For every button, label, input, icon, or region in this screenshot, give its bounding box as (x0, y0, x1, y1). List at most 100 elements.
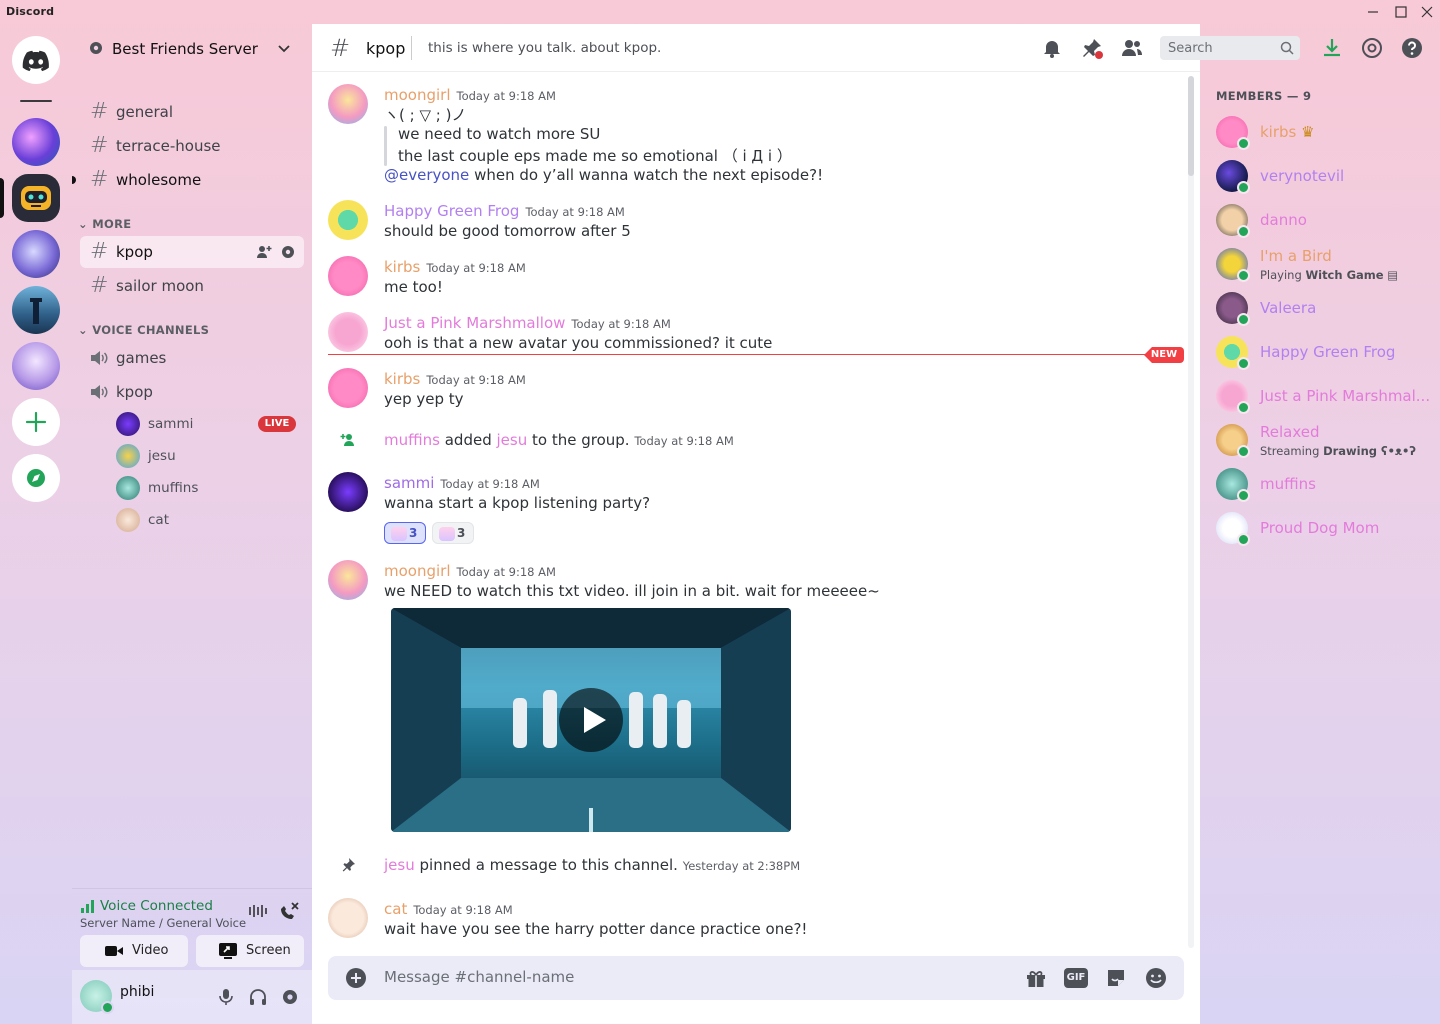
pin-icon[interactable] (1080, 36, 1104, 60)
voice-user-name: sammi (148, 416, 194, 432)
chevron-down-icon[interactable] (276, 40, 292, 56)
server-icon[interactable] (12, 174, 60, 222)
channel-topic[interactable]: this is where you talk. about kpop. (428, 40, 661, 56)
message: kirbs Today at 9:18 AM me too! (328, 256, 1188, 300)
microphone-icon[interactable] (216, 987, 236, 1007)
username[interactable]: phibi (120, 984, 154, 1000)
member-item[interactable]: Just a Pink Marshmal... (1208, 374, 1432, 418)
voice-user-jesu[interactable]: jesu (116, 442, 296, 470)
voice-channel-games[interactable]: games (80, 342, 304, 374)
message-author[interactable]: cat Today at 9:18 AM (384, 900, 513, 918)
member-name: kirbs ♛ (1260, 123, 1315, 141)
message-timestamp: Today at 9:18 AM (634, 434, 734, 448)
attach-plus-icon[interactable] (344, 966, 368, 990)
noise-suppression-icon[interactable] (248, 903, 268, 919)
member-item[interactable]: Happy Green Frog (1208, 330, 1432, 374)
voice-location[interactable]: Server Name / General Voice (80, 916, 246, 930)
close-icon[interactable] (1418, 3, 1436, 21)
message-text: wait have you see the harry potter dance… (384, 920, 808, 938)
explore-servers-button[interactable] (12, 454, 60, 502)
member-item[interactable]: danno (1208, 198, 1432, 242)
voice-user-muffins[interactable]: muffins (116, 474, 296, 502)
avatar[interactable] (328, 560, 368, 600)
online-status-dot (1237, 401, 1250, 414)
everyone-mention[interactable]: @everyone (384, 166, 469, 184)
category-more[interactable]: ⌄ MORE (78, 217, 131, 231)
online-status-dot (1237, 137, 1250, 150)
server-header[interactable]: Best Friends Server (72, 24, 312, 72)
minimize-icon[interactable] (1364, 3, 1382, 21)
message-author[interactable]: moongirl Today at 9:18 AM (384, 562, 556, 580)
member-item[interactable]: I'm a Bird Playing Witch Game ▤ (1208, 242, 1432, 286)
emoji-icon[interactable] (1144, 966, 1168, 990)
member-item[interactable]: muffins (1208, 462, 1432, 506)
message-author[interactable]: kirbs Today at 9:18 AM (384, 370, 526, 388)
user-settings-gear-icon[interactable] (280, 987, 300, 1007)
reaction-pill[interactable]: 3 (432, 522, 474, 544)
message-author[interactable]: Happy Green Frog Today at 9:18 AM (384, 202, 625, 220)
chat-scrollbar[interactable] (1188, 76, 1194, 948)
member-name: Relaxed (1260, 423, 1320, 441)
system-actor[interactable]: muffins (384, 431, 440, 449)
gift-icon[interactable] (1024, 966, 1048, 990)
avatar[interactable] (328, 898, 368, 938)
message-author[interactable]: moongirl Today at 9:18 AM (384, 86, 556, 104)
channel-kpop[interactable]: # kpop (80, 236, 304, 268)
discord-home-button[interactable] (12, 36, 60, 84)
gif-button[interactable]: GIF (1064, 968, 1088, 988)
server-icon[interactable] (12, 342, 60, 390)
live-badge: LIVE (258, 416, 296, 432)
new-messages-divider (328, 354, 1184, 355)
system-message-pinned: jesu pinned a message to this channel. Y… (328, 855, 1188, 877)
voice-channel-kpop[interactable]: kpop (80, 376, 304, 408)
add-server-button[interactable] (12, 398, 60, 446)
reaction-pill[interactable]: 3 (384, 522, 426, 544)
avatar[interactable] (328, 200, 368, 240)
member-list-icon[interactable] (1120, 36, 1144, 60)
bell-icon[interactable] (1040, 36, 1064, 60)
play-button[interactable] (559, 688, 623, 752)
online-status-dot (101, 1001, 114, 1014)
member-item[interactable]: verynotevil (1208, 154, 1432, 198)
member-name: Valeera (1260, 299, 1317, 317)
avatar[interactable] (328, 84, 368, 124)
video-embed[interactable] (391, 608, 791, 832)
message-author[interactable]: sammi Today at 9:18 AM (384, 474, 540, 492)
quote-line: the last couple eps made me so emotional… (398, 147, 792, 165)
channel-sailor-moon[interactable]: # sailor moon (80, 270, 304, 302)
scrollbar-thumb[interactable] (1188, 76, 1194, 176)
category-voice-channels[interactable]: ⌄ VOICE CHANNELS (78, 323, 209, 337)
system-target[interactable]: jesu (497, 431, 528, 449)
voice-status[interactable]: Voice Connected (100, 898, 213, 914)
video-button[interactable]: Video (80, 935, 188, 967)
channel-general[interactable]: # general (80, 96, 304, 128)
sticker-icon[interactable] (1104, 966, 1128, 990)
avatar[interactable] (328, 368, 368, 408)
invite-icon[interactable] (256, 244, 272, 260)
server-icon[interactable] (12, 286, 60, 334)
member-item[interactable]: Relaxed Streaming Drawing ʕ•ᴥ•ʔ (1208, 418, 1432, 462)
message-composer[interactable]: Message #channel-name GIF (328, 956, 1184, 1000)
channel-settings-gear-icon[interactable] (280, 244, 296, 260)
member-item[interactable]: kirbs ♛ (1208, 110, 1432, 154)
server-icon[interactable] (12, 230, 60, 278)
channel-terrace-house[interactable]: # terrace-house (80, 130, 304, 162)
message-author[interactable]: Just a Pink Marshmallow Today at 9:18 AM (384, 314, 671, 332)
system-actor[interactable]: jesu (384, 856, 415, 874)
server-icon[interactable] (12, 118, 60, 166)
avatar[interactable] (328, 256, 368, 296)
member-item[interactable]: Proud Dog Mom (1208, 506, 1432, 550)
message-author[interactable]: kirbs Today at 9:18 AM (384, 258, 526, 276)
disconnect-icon[interactable] (278, 901, 300, 921)
channel-wholesome[interactable]: # wholesome (72, 164, 304, 196)
message-input[interactable]: Message #channel-name (384, 968, 574, 986)
headphones-icon[interactable] (248, 987, 268, 1007)
maximize-icon[interactable] (1392, 3, 1410, 21)
message: moongirl Today at 9:18 AM ヽ( ; ▽ ; )ノ we … (328, 84, 1188, 188)
avatar[interactable] (328, 312, 368, 352)
avatar[interactable] (328, 472, 368, 512)
title-bar: Discord (0, 0, 1440, 24)
screen-share-button[interactable]: Screen (196, 935, 304, 967)
member-item[interactable]: Valeera (1208, 286, 1432, 330)
voice-user-cat[interactable]: cat (116, 506, 296, 534)
